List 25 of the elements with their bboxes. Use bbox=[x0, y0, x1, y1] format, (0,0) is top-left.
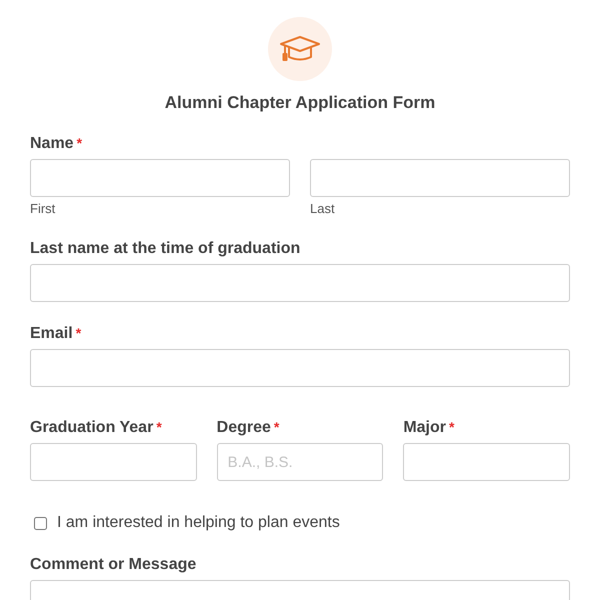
required-mark: * bbox=[449, 419, 454, 435]
field-sublabel: Last bbox=[310, 201, 335, 217]
form-title: Alumni Chapter Application Form bbox=[164, 92, 436, 114]
field-label: Graduation Year * bbox=[30, 418, 162, 438]
field-label: Name * bbox=[30, 134, 82, 154]
text-field[interactable] bbox=[310, 159, 570, 197]
text-field[interactable] bbox=[30, 443, 197, 481]
text-field[interactable] bbox=[403, 443, 570, 481]
required-mark: * bbox=[274, 419, 280, 435]
text-field[interactable] bbox=[30, 159, 290, 197]
field-label: Comment or Message bbox=[30, 555, 196, 575]
text-field[interactable] bbox=[30, 349, 570, 387]
required-mark: * bbox=[156, 419, 162, 435]
field-label: Last name at the time of graduation bbox=[30, 239, 300, 259]
text-field[interactable]: B.A., B.S. bbox=[216, 443, 384, 481]
field-label: Degree * bbox=[216, 418, 280, 438]
field-sublabel: First bbox=[30, 201, 56, 217]
graduation-cap-icon bbox=[279, 34, 321, 64]
checkbox-label: I am interested in helping to plan events bbox=[57, 514, 340, 532]
required-mark: * bbox=[76, 325, 82, 341]
field-label: Email * bbox=[30, 324, 82, 344]
checkbox[interactable] bbox=[34, 516, 47, 530]
required-mark: * bbox=[76, 135, 82, 151]
text-field[interactable] bbox=[30, 264, 570, 302]
field-label: Major * bbox=[403, 418, 454, 438]
